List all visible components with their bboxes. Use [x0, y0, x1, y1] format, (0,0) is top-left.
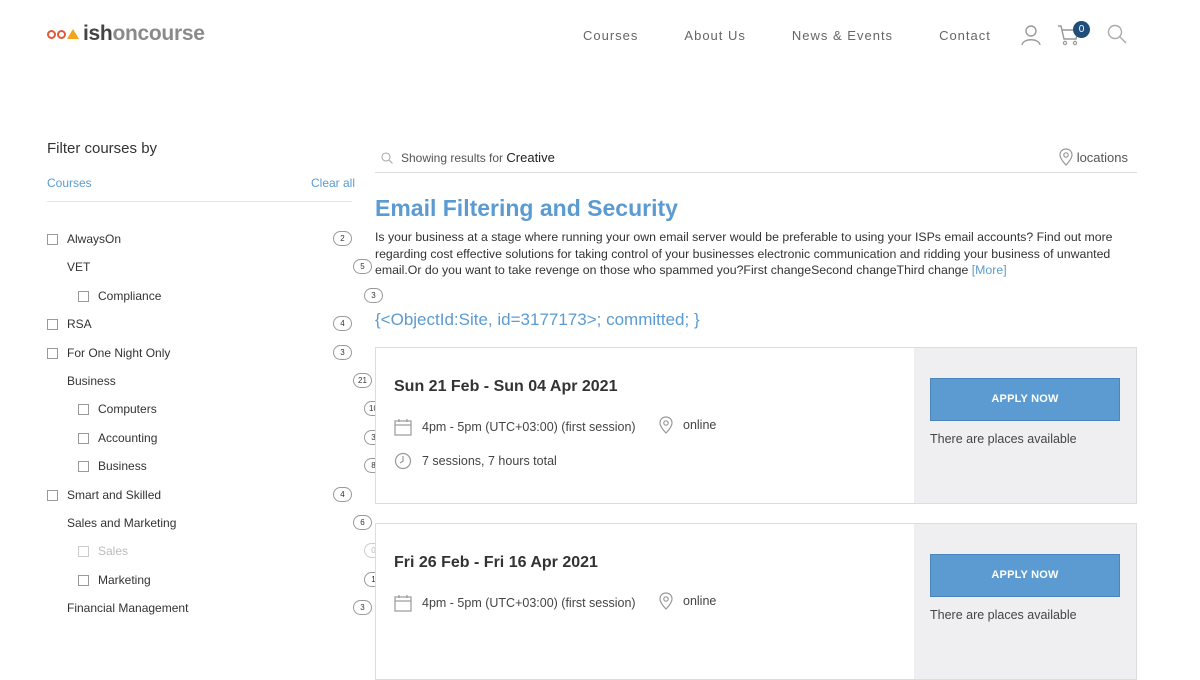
filter-title: Filter courses by [47, 140, 158, 157]
apply-now-button[interactable]: APPLY NOW [930, 554, 1120, 597]
class-location: online [659, 416, 716, 434]
filter-item[interactable]: Sales and Marketing 6 [47, 513, 372, 533]
filter-count-badge: 3 [333, 345, 352, 360]
filter-item[interactable]: AlwaysOn 2 [47, 229, 352, 249]
clear-all-button[interactable]: Clear all [311, 176, 355, 190]
locations-label: locations [1076, 149, 1128, 165]
filter-checkbox[interactable] [78, 432, 89, 444]
apply-now-button[interactable]: APPLY NOW [930, 378, 1120, 421]
class-sessions: 7 sessions, 7 hours total [394, 452, 557, 470]
filter-checkbox[interactable] [47, 318, 58, 330]
filter-checkbox[interactable] [47, 347, 58, 359]
filter-count-badge: 6 [353, 515, 372, 530]
filter-item-label: Business [67, 374, 116, 388]
calendar-icon [394, 595, 412, 612]
filter-count-badge: 4 [333, 316, 352, 331]
filter-item-label: For One Night Only [67, 346, 171, 360]
map-pin-icon [659, 416, 673, 434]
sidebar-divider [47, 201, 352, 202]
filter-item-label: Sales and Marketing [67, 516, 177, 530]
filter-item[interactable]: RSA 4 [47, 314, 352, 334]
more-link[interactable]: [More] [972, 263, 1007, 277]
site-logo[interactable]: ishoncourse [47, 22, 205, 46]
class-time: 4pm - 5pm (UTC+03:00) (first session) [394, 594, 636, 612]
class-location: online [659, 592, 716, 610]
filter-item-label: RSA [67, 317, 92, 331]
filter-item[interactable]: Marketing 1 [47, 570, 383, 590]
filter-item[interactable]: Business 8 [47, 456, 383, 476]
filter-item[interactable]: For One Night Only 3 [47, 343, 352, 363]
nav-news-events[interactable]: News & Events [792, 28, 893, 43]
logo-text-ish: ish [83, 22, 113, 45]
availability-text: There are places available [930, 432, 1077, 446]
filter-item[interactable]: Financial Management 3 [47, 598, 372, 618]
filter-item[interactable]: Sales 0 [47, 541, 383, 561]
filter-checkbox[interactable] [78, 574, 89, 586]
filter-checkbox[interactable] [78, 290, 89, 302]
class-time-text: 4pm - 5pm (UTC+03:00) (first session) [422, 596, 636, 610]
search-icon[interactable] [1107, 24, 1127, 44]
logo-text-oncourse: oncourse [112, 22, 205, 45]
filter-item-label: Sales [98, 544, 129, 558]
class-card-actions: APPLY NOW There are places available [914, 348, 1136, 503]
map-pin-icon [659, 592, 673, 610]
class-sessions-text: 7 sessions, 7 hours total [422, 454, 557, 468]
filter-item-label: Financial Management [67, 601, 189, 615]
filter-category-label: Courses [47, 176, 92, 190]
filter-item[interactable]: Smart and Skilled 4 [47, 485, 352, 505]
locations-button[interactable]: locations [1059, 148, 1128, 166]
filter-item[interactable]: Accounting 3 [47, 428, 383, 448]
class-location-text: online [683, 594, 717, 608]
class-time-text: 4pm - 5pm (UTC+03:00) (first session) [422, 420, 636, 434]
filter-checkbox[interactable] [78, 545, 89, 557]
filter-item-label: Business [98, 459, 147, 473]
class-card: Sun 21 Feb - Sun 04 Apr 2021 4pm - 5pm (… [375, 347, 1137, 504]
user-icon[interactable] [1021, 24, 1041, 46]
filter-checkbox[interactable] [47, 233, 58, 245]
course-description: Is your business at a stage where runnin… [375, 229, 1135, 279]
nav-contact[interactable]: Contact [939, 28, 991, 43]
class-card-actions: APPLY NOW There are places available [914, 524, 1136, 679]
filter-item[interactable]: VET 5 [47, 257, 372, 277]
filter-item-label: Marketing [98, 573, 151, 587]
filter-item-label: Accounting [98, 431, 158, 445]
filter-count-badge: 3 [353, 600, 372, 615]
map-pin-icon [1059, 148, 1073, 166]
search-icon [381, 152, 393, 164]
logo-mark-icon [47, 29, 79, 39]
filter-count-badge: 3 [364, 288, 383, 303]
filter-checkbox[interactable] [78, 403, 89, 415]
filter-checkbox[interactable] [78, 460, 89, 472]
filter-count-badge: 2 [333, 231, 352, 246]
filter-count-badge: 21 [353, 373, 372, 388]
class-card: Fri 26 Feb - Fri 16 Apr 2021 4pm - 5pm (… [375, 523, 1137, 680]
search-term: Creative [506, 150, 555, 165]
calendar-icon [394, 419, 412, 436]
filter-checkbox[interactable] [47, 489, 58, 501]
filter-item-label: Computers [98, 402, 157, 416]
course-title[interactable]: Email Filtering and Security [375, 195, 678, 222]
filter-count-badge: 5 [353, 259, 372, 274]
filter-item-label: Compliance [98, 289, 162, 303]
cart-count-badge: 0 [1073, 21, 1090, 38]
results-prefix: Showing results for [401, 151, 504, 165]
class-location-text: online [683, 418, 717, 432]
filter-item[interactable]: Business 21 [47, 371, 372, 391]
object-id-text: {<ObjectId:Site, id=3177173>; committed;… [375, 310, 700, 329]
filter-item-label: AlwaysOn [67, 232, 122, 246]
main-nav: Courses About Us News & Events Contact [583, 28, 1037, 43]
availability-text: There are places available [930, 608, 1077, 622]
filter-item-label: VET [67, 260, 91, 274]
nav-about-us[interactable]: About Us [684, 28, 745, 43]
class-dates: Fri 26 Feb - Fri 16 Apr 2021 [394, 554, 598, 571]
nav-courses[interactable]: Courses [583, 28, 638, 43]
class-time: 4pm - 5pm (UTC+03:00) (first session) [394, 418, 636, 436]
filter-count-badge: 4 [333, 487, 352, 502]
filter-item-label: Smart and Skilled [67, 488, 162, 502]
filter-item[interactable]: Compliance 3 [47, 286, 383, 306]
class-dates: Sun 21 Feb - Sun 04 Apr 2021 [394, 378, 618, 395]
clock-icon [394, 452, 412, 470]
search-results-bar: Showing results for Creative locations [375, 146, 1137, 173]
filter-item[interactable]: Computers 10 [47, 399, 383, 419]
